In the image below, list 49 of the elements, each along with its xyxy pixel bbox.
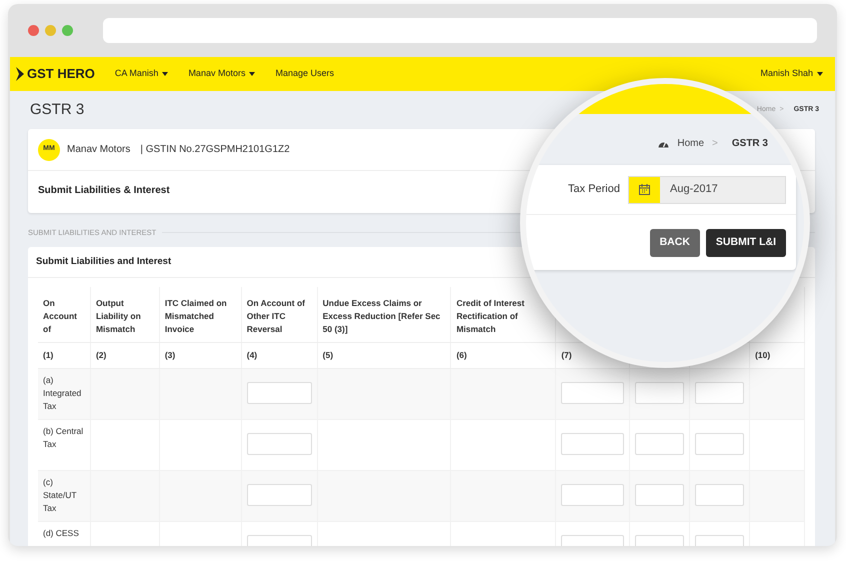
gstin-text: | GSTIN No.27GSPMH2101G1Z2 [140,143,290,157]
amount-input[interactable] [695,382,744,404]
column-number: (3) [164,349,176,362]
column-number: (7) [561,349,572,362]
row-label: (c) State/UT Tax [43,476,78,515]
amount-input[interactable] [561,484,624,506]
amount-input[interactable] [246,484,312,506]
company-name: Manav Motors [67,143,130,157]
user-menu[interactable]: Manish Shah [760,67,823,81]
column-header: Credit of Interest Rectification of Mismatch [456,297,526,336]
row-label: (b) Central Tax [43,425,84,451]
submit-button[interactable]: SUBMIT L&I [706,228,786,256]
column-number: (10) [755,349,770,362]
column-header: On Account of Other ITC Reversal [246,297,306,336]
amount-input[interactable] [695,433,744,455]
nav-menu[interactable]: Manage Users [275,67,334,81]
column-number: (4) [246,349,258,362]
tax-period-field[interactable]: Aug-2017 [628,176,786,204]
column-number: (6) [456,349,467,362]
amount-input[interactable] [635,382,684,404]
card-title: Submit Liabilities and Interest [36,254,172,269]
amount-input[interactable] [246,433,312,455]
logo-icon [16,67,24,81]
section-title: Submit Liabilities & Interest [38,184,170,198]
logo-text[interactable]: GST HERO [27,64,95,84]
calendar-icon [639,184,650,195]
breadcrumb-link[interactable]: Home [677,136,704,151]
amount-input[interactable] [561,382,624,404]
page-title: GSTR 3 [30,100,84,120]
field-label: Tax Period [568,182,620,198]
address-bar[interactable] [102,18,817,43]
breadcrumb-separator: > [712,137,718,151]
amount-input[interactable] [695,484,744,506]
back-button[interactable]: BACK [650,228,700,256]
amount-input[interactable] [561,433,624,455]
column-number: (5) [322,349,334,362]
column-header: ITC Claimed on Mismatched Invoice [164,297,228,336]
amount-input[interactable] [635,484,684,506]
amount-input[interactable] [635,433,684,455]
column-header: On Account of [43,297,78,336]
amount-input[interactable] [246,382,312,404]
nav-menu[interactable]: Manav Motors [188,67,256,81]
column-header: Output Liability on Mismatch [96,297,142,336]
row-label: (a) Integrated Tax [43,374,82,413]
row-label: (d) CESS [43,527,80,540]
column-header: Undue Excess Claims or Excess Reduction [Refer Sec 50 (3)] [322,297,442,336]
nav-menu[interactable]: CA Manish [114,67,168,81]
column-number: (2) [96,349,106,362]
column-number: (1) [43,349,54,362]
